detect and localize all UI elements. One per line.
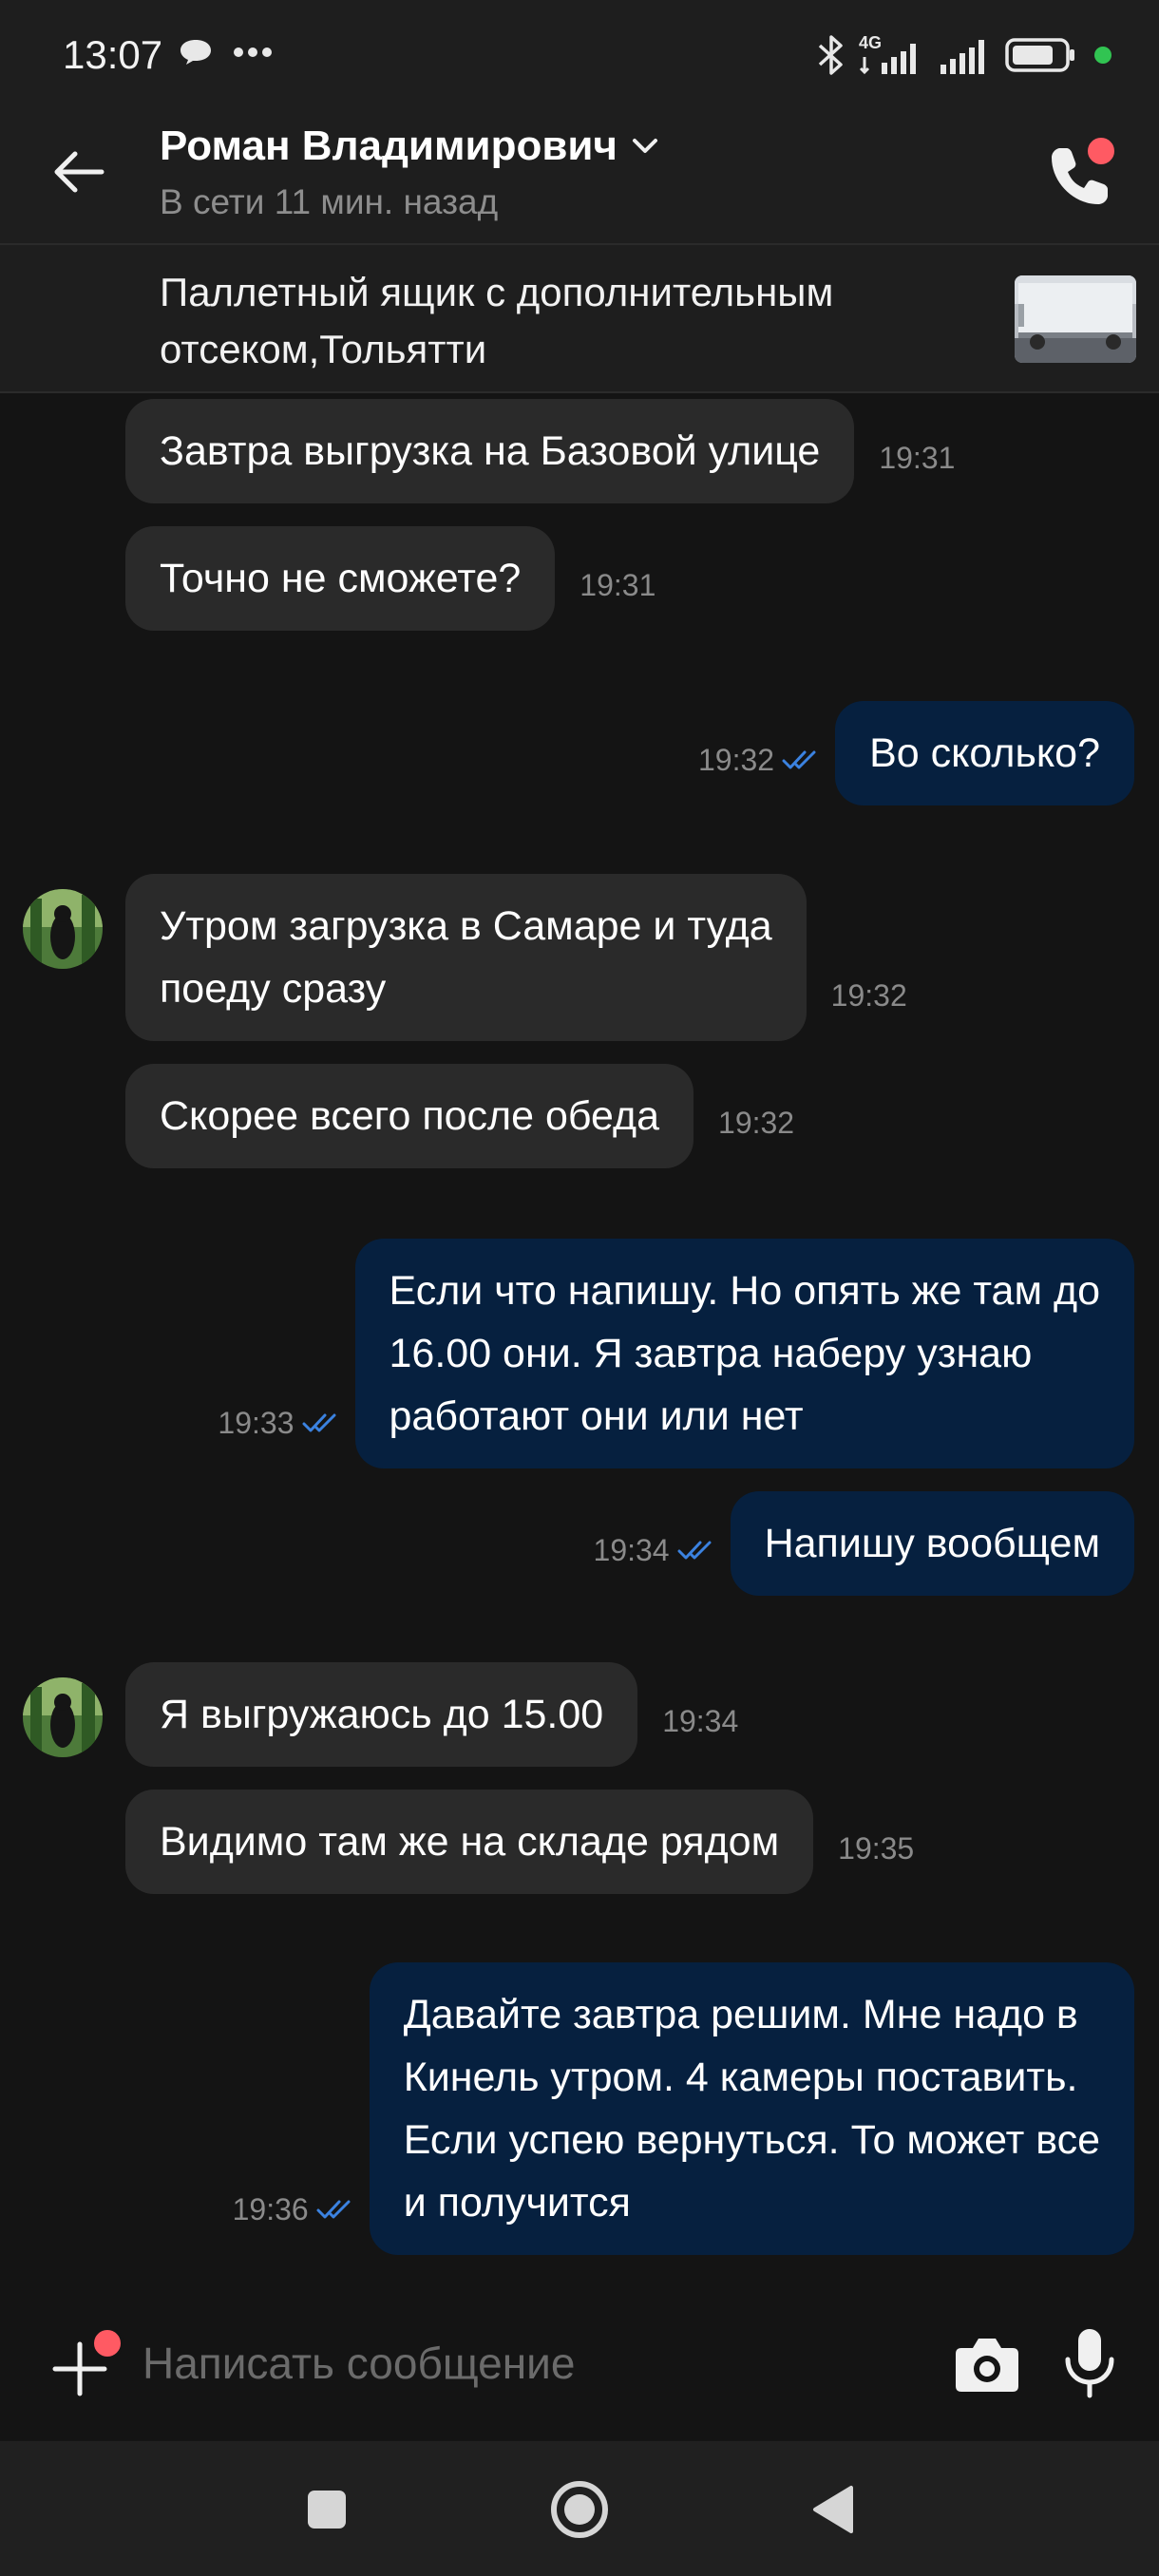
truck-photo-image — [1015, 275, 1136, 363]
camera-icon — [956, 2339, 1018, 2392]
message-time: 19:31 — [580, 568, 656, 602]
message-meta: 19:32 — [698, 741, 822, 779]
contact-status: В сети 11 мин. назад — [160, 182, 499, 221]
message-bubble[interactable]: Точно не сможете? — [125, 526, 556, 631]
avatar-photo — [23, 889, 103, 969]
arrow-left-icon — [54, 151, 104, 193]
message-outgoing: 19:34 Напишу вообщем — [594, 1491, 1134, 1596]
message-bubble[interactable]: Если что напишу. Но опять же там до 16.0… — [354, 1239, 1134, 1468]
bluetooth-icon — [818, 35, 843, 75]
message-bubble[interactable]: Я выгружаюсь до 15.00 — [125, 1662, 638, 1767]
message-time: 19:32 — [830, 978, 907, 1013]
contact-name: Роман Владимирович — [160, 123, 618, 169]
message-incoming: Видимо там же на складе рядом 19:35 — [125, 1790, 914, 1894]
message-time: 19:33 — [218, 1406, 294, 1440]
camera-button[interactable] — [954, 2331, 1020, 2397]
microphone-button[interactable] — [1056, 2327, 1123, 2401]
message-meta: 19:33 — [218, 1404, 341, 1442]
listing-bar[interactable]: Паллетный ящик с дополнительным отсеком,… — [0, 245, 1159, 393]
message-outgoing: 19:32 Во сколько? — [698, 701, 1134, 805]
more-dots-icon — [234, 47, 272, 57]
circle-icon — [551, 2481, 608, 2538]
listing-title: Паллетный ящик с дополнительным отсеком,… — [160, 270, 834, 371]
contact-name-toggle[interactable]: Роман Владимирович — [160, 120, 659, 173]
nav-recents-button[interactable] — [293, 2475, 361, 2544]
message-incoming: Я выгружаюсь до 15.00 19:34 — [125, 1662, 738, 1767]
message-list[interactable]: Завтра выгрузка на Базовой улице 19:31 Т… — [0, 393, 1159, 2255]
attach-button[interactable] — [46, 2327, 124, 2403]
square-icon — [308, 2491, 346, 2529]
message-time: 19:32 — [718, 1106, 795, 1140]
signal-strength-icon — [859, 44, 916, 75]
call-button[interactable] — [1045, 135, 1121, 211]
status-notification-icons — [179, 38, 274, 66]
message-bubble[interactable]: Во сколько? — [835, 701, 1134, 805]
message-incoming: Точно не сможете? 19:31 — [125, 526, 656, 631]
message-time: 19:35 — [838, 1831, 915, 1866]
message-meta: 19:36 — [233, 2190, 356, 2228]
nav-home-button[interactable] — [545, 2475, 614, 2544]
double-check-icon — [302, 1413, 335, 1432]
message-time: 19:31 — [879, 441, 956, 475]
double-check-icon — [677, 1541, 712, 1560]
chat-header: Роман Владимирович В сети 11 мин. назад — [0, 95, 1159, 245]
avatar-photo — [23, 1677, 103, 1757]
message-incoming: Завтра выгрузка на Базовой улице 19:31 — [125, 399, 955, 503]
online-indicator-dot — [1094, 47, 1112, 64]
contact-avatar[interactable] — [23, 1677, 103, 1757]
attach-notification-dot — [91, 2327, 124, 2359]
battery-icon — [1005, 38, 1074, 72]
message-bubble[interactable]: Видимо там же на складе рядом — [125, 1790, 814, 1894]
system-navigation-bar — [0, 2441, 1159, 2576]
message-meta: 19:34 — [594, 1531, 717, 1569]
chat-bubble-icon — [180, 40, 211, 65]
status-bar: 13:07 4G — [0, 0, 1159, 95]
message-bubble[interactable]: Скорее всего после обеда — [125, 1064, 694, 1168]
message-bubble[interactable]: Завтра выгрузка на Базовой улице — [125, 399, 855, 503]
message-outgoing: 19:33 Если что напишу. Но опять же там д… — [218, 1239, 1134, 1468]
triangle-icon — [813, 2486, 853, 2533]
back-button[interactable] — [48, 141, 110, 203]
nav-back-button[interactable] — [798, 2475, 866, 2544]
call-notification-dot — [1085, 135, 1117, 167]
message-bubble[interactable]: Давайте завтра решим. Мне надо в Кинель … — [369, 1962, 1134, 2255]
listing-thumbnail[interactable] — [1015, 275, 1136, 363]
message-time: 19:34 — [662, 1704, 739, 1738]
signal-strength-icon-2 — [940, 40, 984, 74]
mobile-signal-4g: 4G — [859, 34, 927, 76]
message-bubble[interactable]: Утром загрузка в Самаре и туда поеду сра… — [125, 874, 807, 1041]
message-incoming: Скорее всего после обеда 19:32 — [125, 1064, 794, 1168]
message-time: 19:36 — [232, 2192, 309, 2226]
message-time: 19:32 — [697, 743, 775, 777]
status-system-icons: 4G — [815, 32, 1112, 78]
double-check-icon — [782, 750, 816, 769]
contact-avatar[interactable] — [23, 889, 103, 969]
microphone-icon — [1065, 2329, 1114, 2398]
chevron-down-icon — [632, 139, 657, 153]
message-incoming: Утром загрузка в Самаре и туда поеду сра… — [125, 874, 907, 1041]
message-composer — [0, 2289, 1159, 2432]
message-input[interactable] — [142, 2327, 922, 2399]
message-bubble[interactable]: Напишу вообщем — [730, 1491, 1134, 1596]
message-outgoing: 19:36 Давайте завтра решим. Мне надо в К… — [233, 1962, 1134, 2255]
double-check-icon — [316, 2200, 351, 2219]
status-time: 13:07 — [63, 32, 163, 77]
message-time: 19:34 — [593, 1533, 670, 1567]
